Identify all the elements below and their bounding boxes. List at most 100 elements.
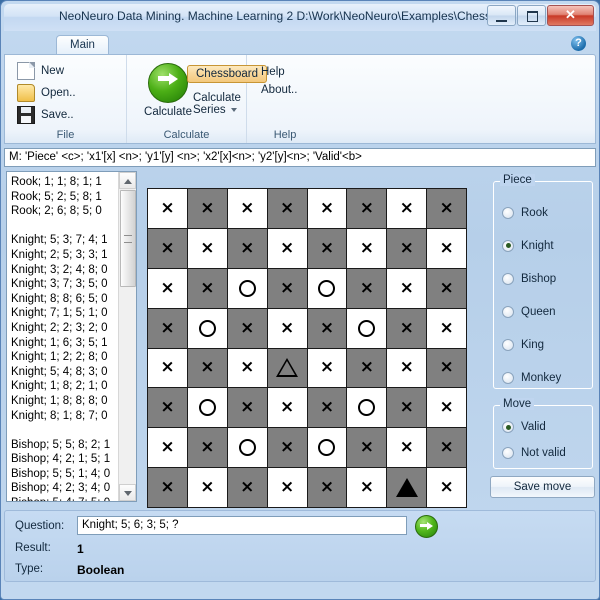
board-cell[interactable]: × [308,468,347,507]
board-cell[interactable]: × [347,349,386,388]
board-cell[interactable]: × [427,309,466,348]
about-button[interactable]: About.. [257,81,313,99]
board-cell[interactable]: × [148,309,187,348]
board-cell[interactable] [308,428,347,467]
board-cell[interactable] [347,309,386,348]
radio-button-icon[interactable] [502,240,514,252]
board-cell[interactable]: × [148,229,187,268]
board-cell[interactable]: × [228,468,267,507]
board-cell[interactable]: × [188,229,227,268]
board-cell[interactable] [387,468,426,507]
board-cell[interactable]: × [268,269,307,308]
board-cell[interactable]: × [347,428,386,467]
close-button[interactable]: ✕ [547,5,594,26]
board-cell[interactable]: × [308,349,347,388]
board-cell[interactable]: × [188,189,227,228]
radio-button-icon[interactable] [502,207,514,219]
tab-main[interactable]: Main [56,35,109,55]
green-arrow-go-icon[interactable] [415,515,438,538]
board-cell[interactable]: × [228,349,267,388]
board-cell[interactable]: × [387,309,426,348]
board-cell[interactable]: × [228,309,267,348]
scrollbar-thumb[interactable] [120,190,136,287]
board-cell[interactable]: × [347,269,386,308]
board-cell[interactable]: × [268,388,307,427]
board-cell[interactable]: × [268,468,307,507]
board-cell[interactable]: × [427,349,466,388]
board-cell[interactable]: × [387,428,426,467]
board-cell[interactable]: × [347,468,386,507]
board-cell[interactable]: × [308,189,347,228]
move-option-valid[interactable]: Valid [494,414,592,440]
board-cell[interactable]: × [427,269,466,308]
board-cell[interactable] [228,269,267,308]
board-cell[interactable]: × [148,189,187,228]
board-cell[interactable]: × [148,349,187,388]
calculate-series-button[interactable]: Calculate Series [189,90,245,118]
board-cell[interactable]: × [427,428,466,467]
board-cell[interactable]: × [148,468,187,507]
question-input[interactable]: Knight; 5; 6; 3; 5; ? [77,516,407,535]
board-cell[interactable]: × [347,229,386,268]
board-cell[interactable] [268,349,307,388]
dataset-listbox[interactable]: Rook; 1; 1; 8; 1; 1Rook; 5; 2; 5; 8; 1Ro… [6,171,137,502]
help-icon[interactable]: ? [571,36,586,51]
new-button[interactable]: New [13,60,118,82]
board-cell[interactable]: × [387,349,426,388]
open-button[interactable]: Open.. [13,82,118,104]
help-button[interactable]: Help [257,63,313,81]
board-cell[interactable]: × [308,229,347,268]
board-cell[interactable]: × [427,388,466,427]
piece-option-bishop[interactable]: Bishop [494,262,592,295]
move-option-not-valid[interactable]: Not valid [494,440,592,466]
piece-option-monkey[interactable]: Monkey [494,361,592,394]
maximize-button[interactable] [517,5,546,26]
board-cell[interactable]: × [387,388,426,427]
board-cell[interactable]: × [228,189,267,228]
piece-option-king[interactable]: King [494,328,592,361]
radio-button-icon[interactable] [502,273,514,285]
radio-button-icon[interactable] [502,339,514,351]
chessboard[interactable]: ××××××××××××××××××××××××××××××××××××××××… [147,188,467,508]
scroll-down-button[interactable] [119,484,136,501]
board-cell[interactable] [188,309,227,348]
save-move-button[interactable]: Save move [490,476,595,498]
board-cell[interactable]: × [347,189,386,228]
board-cell[interactable]: × [268,428,307,467]
save-button[interactable]: Save.. [13,104,118,126]
board-cell[interactable]: × [387,269,426,308]
board-cell[interactable]: × [188,468,227,507]
board-cell[interactable]: × [228,388,267,427]
board-cell[interactable]: × [268,189,307,228]
board-cell[interactable]: × [427,468,466,507]
scroll-up-button[interactable] [119,172,136,189]
board-cell[interactable]: × [308,309,347,348]
board-cell[interactable]: × [427,189,466,228]
board-cell[interactable]: × [427,229,466,268]
board-cell[interactable] [228,428,267,467]
minimize-button[interactable] [487,5,516,26]
board-cell[interactable]: × [148,428,187,467]
radio-button-icon[interactable] [502,421,514,433]
board-cell[interactable]: × [188,428,227,467]
piece-option-rook[interactable]: Rook [494,196,592,229]
piece-option-knight[interactable]: Knight [494,229,592,262]
board-cell[interactable] [347,388,386,427]
radio-button-icon[interactable] [502,447,514,459]
board-cell[interactable]: × [148,388,187,427]
radio-button-icon[interactable] [502,372,514,384]
board-cell[interactable]: × [268,229,307,268]
board-cell[interactable]: × [148,269,187,308]
radio-button-icon[interactable] [502,306,514,318]
board-cell[interactable]: × [268,309,307,348]
dataset-scrollbar[interactable] [118,172,136,501]
board-cell[interactable]: × [387,229,426,268]
board-cell[interactable]: × [188,349,227,388]
board-cell[interactable]: × [387,189,426,228]
board-cell[interactable] [188,388,227,427]
piece-option-queen[interactable]: Queen [494,295,592,328]
schema-formula-bar[interactable]: M: 'Piece' <c>; 'x1'[x] <n>; 'y1'[y] <n>… [4,148,596,167]
board-cell[interactable]: × [188,269,227,308]
board-cell[interactable]: × [228,229,267,268]
board-cell[interactable]: × [308,388,347,427]
